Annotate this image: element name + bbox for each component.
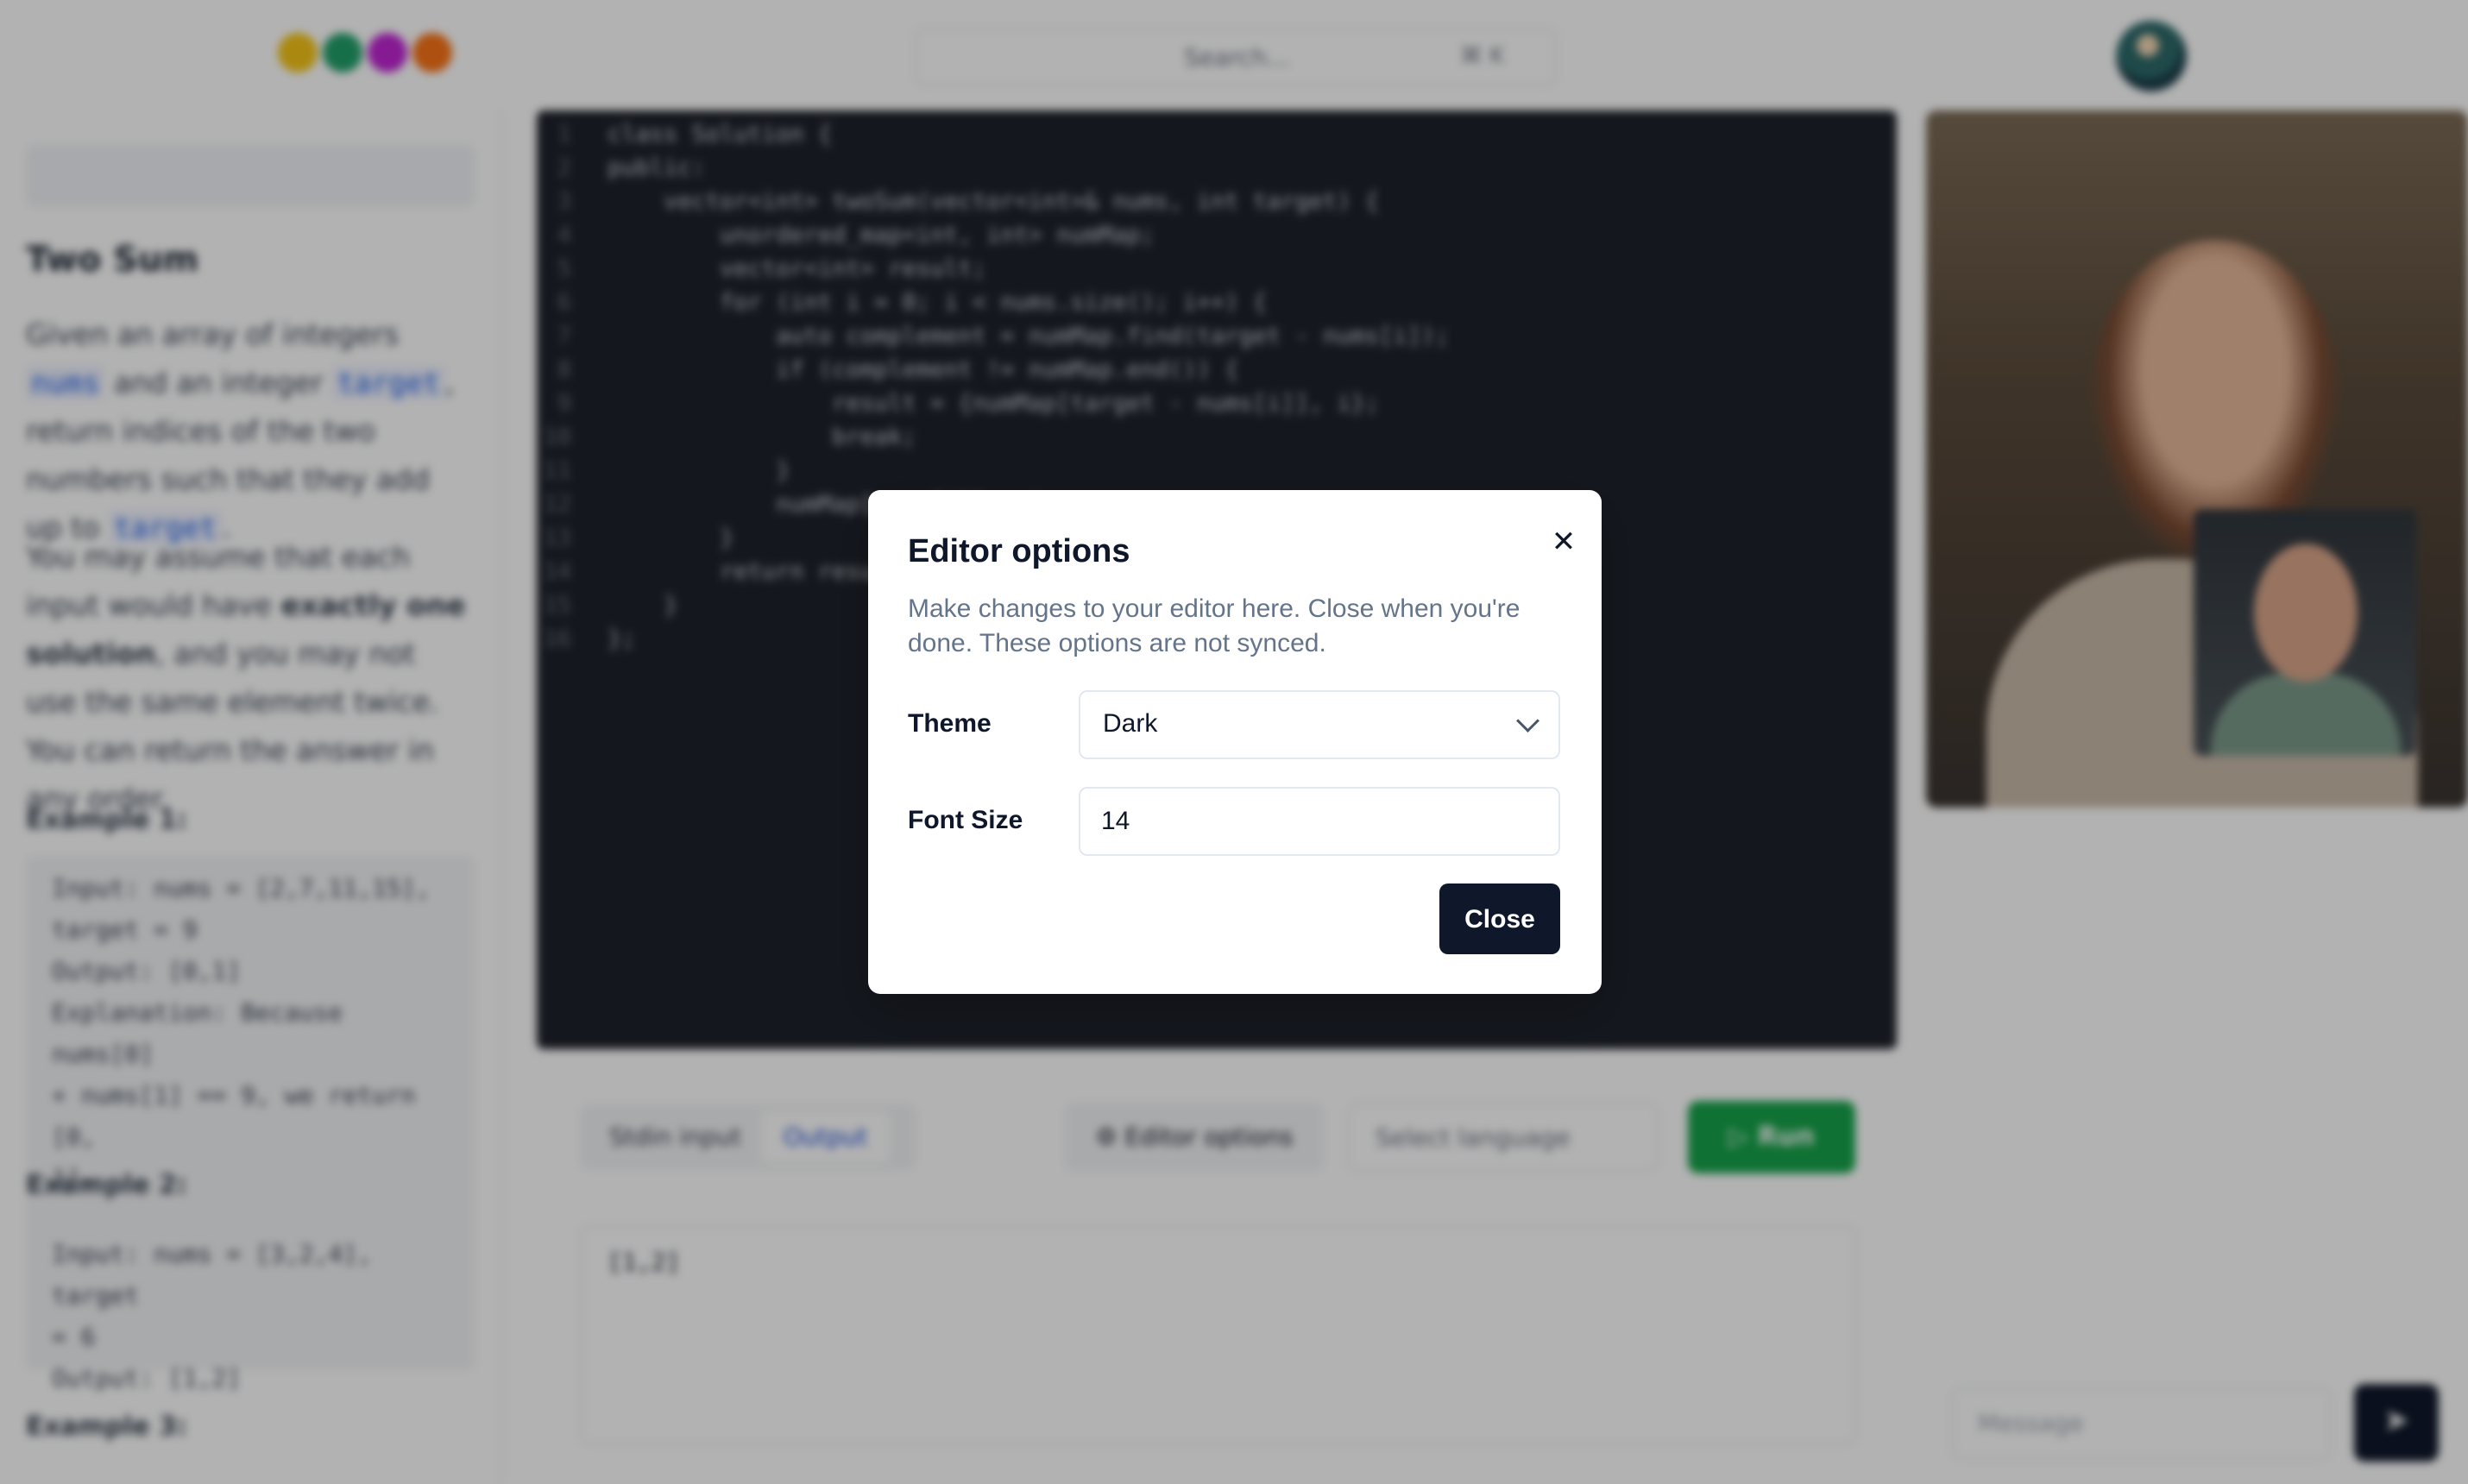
font-size-label: Font Size (908, 806, 1023, 834)
theme-select[interactable]: Dark (1079, 690, 1560, 759)
chevron-down-icon (1516, 709, 1539, 733)
font-size-input[interactable] (1079, 787, 1560, 856)
close-icon[interactable]: ✕ (1541, 519, 1586, 564)
app-root: Search... ⌘ K Two Sum Given an array of … (0, 0, 2468, 1484)
theme-label: Theme (908, 709, 992, 738)
editor-options-dialog: Editor options ✕ Make changes to your ed… (868, 490, 1602, 994)
theme-select-value: Dark (1103, 709, 1158, 738)
close-button[interactable]: Close (1439, 883, 1560, 954)
dialog-title: Editor options (908, 533, 1130, 569)
dialog-description: Make changes to your editor here. Close … (908, 594, 1520, 657)
